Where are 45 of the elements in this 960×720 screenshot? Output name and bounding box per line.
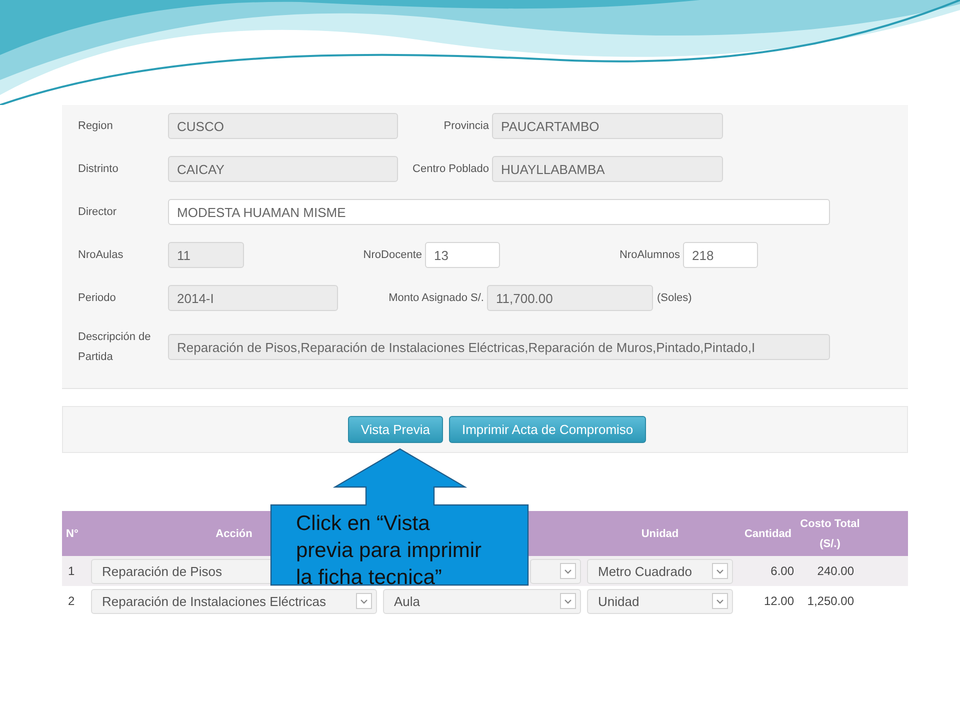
dropdown-caret-icon[interactable] — [712, 563, 728, 579]
input-field[interactable]: CUSCO — [168, 113, 398, 139]
column-header: Unidad — [641, 526, 679, 542]
column-header: Cantidad — [744, 526, 792, 542]
unit-label: (Soles) — [656, 292, 693, 304]
quantity-cell-text: 12.00 — [762, 594, 795, 608]
field-label: Centro Poblado — [412, 162, 490, 177]
field-label: NroAulas — [78, 248, 124, 263]
input-field[interactable]: CAICAY — [168, 156, 398, 182]
field-label: Director — [78, 205, 117, 220]
input-field[interactable]: PAUCARTAMBO — [492, 113, 723, 139]
input-field[interactable]: 13 — [425, 242, 500, 268]
input-field[interactable]: Reparación de Pisos,Reparación de Instalaciones Eléctricas,Reparación de Muros,Pintado,Pintado,I — [168, 334, 830, 360]
print-button[interactable]: Imprimir Acta de Compromiso — [448, 416, 646, 443]
column-header: Acción — [216, 526, 252, 542]
field-label: Provincia — [444, 119, 490, 134]
row-number: 2 — [67, 594, 76, 608]
preview-button[interactable]: Vista Previa — [348, 416, 443, 443]
column-header: N° — [65, 526, 78, 542]
input-field[interactable]: 11,700.00 — [487, 285, 653, 311]
field-label: Region — [78, 119, 113, 134]
input-field[interactable]: 218 — [683, 242, 758, 268]
field-label: Monto Asignado S/. — [388, 291, 485, 306]
field-label: NroDocente — [363, 248, 423, 263]
input-field[interactable]: 2014-I — [168, 285, 338, 311]
cost-cell-text: 1,250.00 — [806, 594, 855, 608]
field-label: Periodo — [78, 291, 116, 306]
input-field[interactable]: HUAYLLABAMBA — [492, 156, 723, 182]
action-select[interactable]: Reparación de Instalaciones Eléctricas — [91, 588, 377, 614]
unit-select[interactable]: Metro Cuadrado — [587, 558, 733, 584]
row-number: 1 — [67, 564, 76, 578]
dropdown-caret-icon[interactable] — [712, 593, 728, 609]
dropdown-caret-icon[interactable] — [560, 593, 576, 609]
unit-select[interactable]: Unidad — [587, 588, 733, 614]
column-header: Costo Total (S/.) — [800, 516, 860, 552]
field-label: Descripción de Partida — [78, 330, 152, 365]
input-field[interactable]: 11 — [168, 242, 244, 268]
field-label: NroAlumnos — [619, 248, 681, 263]
field-label: Distrinto — [78, 162, 118, 177]
dropdown-caret-icon[interactable] — [356, 593, 372, 609]
cost-cell-text: 240.00 — [816, 564, 855, 578]
quantity-cell-text: 6.00 — [770, 564, 795, 578]
dropdown-caret-icon[interactable] — [560, 563, 576, 579]
category-select[interactable]: Aula — [383, 588, 581, 614]
input-field[interactable]: MODESTA HUAMAN MISME — [168, 199, 830, 225]
